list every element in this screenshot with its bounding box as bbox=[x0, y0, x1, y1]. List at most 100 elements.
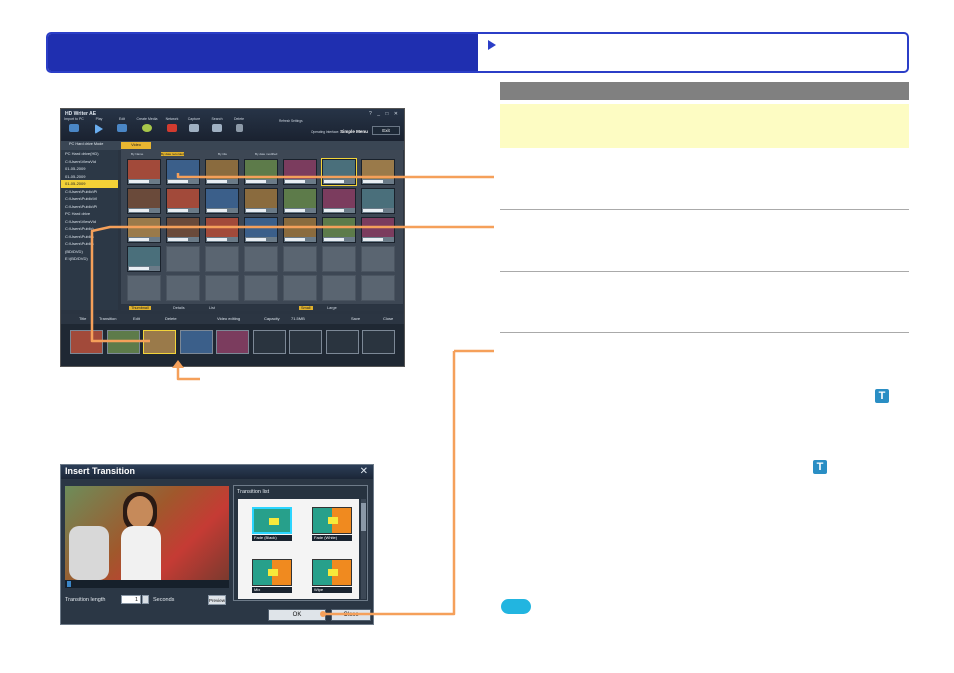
folder-tree-item[interactable]: 01-05-2009 bbox=[61, 165, 118, 173]
ok-button[interactable]: OK bbox=[268, 609, 326, 621]
toolbar-search-button[interactable]: Search bbox=[206, 117, 228, 132]
toolbar-import-button[interactable]: Import to PC bbox=[63, 117, 85, 132]
seek-handle[interactable] bbox=[67, 581, 71, 587]
video-thumbnail[interactable] bbox=[361, 159, 395, 185]
video-thumbnail[interactable] bbox=[283, 188, 317, 214]
video-thumbnail[interactable] bbox=[205, 188, 239, 214]
tab-video[interactable]: Video bbox=[121, 142, 151, 149]
video-thumbnail[interactable] bbox=[244, 159, 278, 185]
column-by-name[interactable]: By Name bbox=[131, 152, 143, 156]
transition-thumb bbox=[312, 559, 352, 586]
transition-item-fade-white[interactable]: Fade (White) bbox=[312, 507, 352, 543]
video-thumbnail[interactable] bbox=[244, 188, 278, 214]
video-thumbnail[interactable] bbox=[127, 159, 161, 185]
empty-thumbnail-slot bbox=[127, 275, 161, 301]
thumbnail-grid[interactable]: By Name By date recorded By title By dat… bbox=[121, 150, 403, 304]
video-thumbnail[interactable] bbox=[321, 158, 357, 186]
column-by-date-modified[interactable]: By date modified bbox=[255, 152, 277, 156]
header-arrow-icon bbox=[488, 40, 496, 50]
view-small[interactable]: Small bbox=[299, 305, 313, 310]
view-list[interactable]: List bbox=[209, 306, 215, 310]
video-thumbnail[interactable] bbox=[205, 217, 239, 243]
column-by-date-recorded[interactable]: By date recorded bbox=[161, 152, 184, 156]
section-header-bar bbox=[500, 82, 909, 100]
video-thumbnail[interactable] bbox=[127, 188, 161, 214]
video-thumbnail[interactable] bbox=[205, 159, 239, 185]
storyboard-clip[interactable] bbox=[179, 330, 213, 354]
transition-length-spinner[interactable] bbox=[142, 595, 149, 604]
toolbar-delete-button[interactable]: Delete bbox=[228, 117, 250, 132]
view-large[interactable]: Large bbox=[327, 306, 337, 310]
storyboard-clip[interactable] bbox=[216, 330, 249, 354]
storyboard-strip[interactable] bbox=[61, 324, 404, 366]
toolbar-create-media-button[interactable]: Create Media bbox=[136, 117, 158, 132]
operating-interface[interactable]: Operating Interface: Simple Menu bbox=[311, 129, 368, 134]
transition-button[interactable]: Transition bbox=[99, 316, 116, 321]
edit-icon bbox=[117, 124, 127, 132]
close-button[interactable]: Close bbox=[383, 316, 393, 321]
mode-label: PC Hard drive Mode bbox=[69, 142, 104, 146]
column-by-title[interactable]: By title bbox=[218, 152, 227, 156]
toolbar-network-button[interactable]: Network bbox=[161, 117, 183, 132]
toolbar-edit-button[interactable]: Edit bbox=[111, 117, 133, 132]
toolbar-play-button[interactable]: Play bbox=[88, 117, 110, 134]
storyboard-clip[interactable] bbox=[143, 330, 176, 354]
video-thumbnail[interactable] bbox=[283, 159, 317, 185]
folder-tree-item[interactable]: C:\Users\Public\ bbox=[61, 225, 118, 233]
video-thumbnail[interactable] bbox=[127, 246, 161, 272]
folder-tree-item[interactable]: PC Hard drive(HD) bbox=[61, 150, 118, 158]
title-button[interactable]: Title bbox=[79, 316, 86, 321]
preview-seek-bar[interactable] bbox=[65, 580, 229, 588]
folder-tree-item[interactable]: 01-05-2009 bbox=[61, 180, 118, 188]
folder-tree-item[interactable]: C:\Users\ViewVid bbox=[61, 218, 118, 226]
folder-tree-item[interactable]: C:\Users\Public\Vi bbox=[61, 195, 118, 203]
video-thumbnail[interactable] bbox=[244, 217, 278, 243]
video-editing-button[interactable]: Video editing bbox=[217, 316, 240, 321]
transition-length-input[interactable]: 1 bbox=[121, 595, 141, 604]
thumbnail-label bbox=[246, 209, 266, 212]
folder-tree-item[interactable]: 01-05-2009 bbox=[61, 173, 118, 181]
toolbar-label: Play bbox=[95, 117, 103, 121]
transition-item-fade-black[interactable]: Fade (Black) bbox=[252, 507, 292, 543]
video-thumbnail[interactable] bbox=[283, 217, 317, 243]
folder-tree-item[interactable]: E:\(BD/DVD) bbox=[61, 255, 118, 263]
video-thumbnail[interactable] bbox=[166, 217, 200, 243]
transition-list-scrollbar[interactable] bbox=[361, 499, 366, 599]
preview-button[interactable]: Preview bbox=[208, 595, 226, 605]
folder-tree-item[interactable]: C:\Users\Public\ bbox=[61, 233, 118, 241]
thumbnail-label bbox=[168, 238, 188, 241]
header-title-block bbox=[48, 34, 478, 71]
storyboard-clip[interactable] bbox=[106, 330, 140, 354]
close-icon[interactable]: ✕ bbox=[360, 466, 368, 477]
edit-button[interactable]: Edit bbox=[133, 316, 140, 321]
storyboard-clip[interactable] bbox=[70, 330, 103, 354]
delete-button[interactable]: Delete bbox=[165, 316, 177, 321]
video-thumbnail[interactable] bbox=[361, 188, 395, 214]
video-thumbnail[interactable] bbox=[166, 159, 200, 185]
transition-list[interactable]: Fade (Black) Fade (White) Mix Wipe bbox=[238, 499, 359, 599]
video-thumbnail[interactable] bbox=[166, 188, 200, 214]
transition-item-mix[interactable]: Mix bbox=[252, 559, 292, 595]
folder-tree-item[interactable]: (BD/DVD) bbox=[61, 248, 118, 256]
exit-button[interactable]: Exit bbox=[372, 126, 400, 135]
dialog-close-button[interactable]: Close bbox=[331, 609, 371, 621]
view-thumbnail[interactable]: Thumbnail bbox=[129, 305, 151, 310]
folder-tree-item[interactable]: PC Hard drive bbox=[61, 210, 118, 218]
folder-tree[interactable]: PC Hard drive(HD) C:\Users\ViewVid 01-05-2… bbox=[61, 150, 118, 310]
thumbnail-label bbox=[246, 180, 266, 183]
folder-tree-item[interactable]: C:\Users\Public\Pi bbox=[61, 188, 118, 196]
scroll-thumb[interactable] bbox=[361, 503, 366, 531]
refresh-settings-label[interactable]: Refresh Settings bbox=[279, 119, 303, 123]
video-thumbnail[interactable] bbox=[127, 217, 161, 243]
window-controls[interactable]: ? _ □ ✕ bbox=[369, 111, 400, 117]
toolbar-capture-button[interactable]: Capture bbox=[183, 117, 205, 132]
video-thumbnail[interactable] bbox=[322, 188, 356, 214]
video-thumbnail[interactable] bbox=[361, 217, 395, 243]
transition-item-wipe[interactable]: Wipe bbox=[312, 559, 352, 595]
save-button[interactable]: Save bbox=[351, 316, 360, 321]
view-details[interactable]: Details bbox=[173, 306, 185, 310]
video-thumbnail[interactable] bbox=[322, 217, 356, 243]
folder-tree-item[interactable]: C:\Users\ViewVid bbox=[61, 158, 118, 166]
folder-tree-item[interactable]: C:\Users\Public\Pi bbox=[61, 203, 118, 211]
folder-tree-item[interactable]: C:\Users\Public\ bbox=[61, 240, 118, 248]
